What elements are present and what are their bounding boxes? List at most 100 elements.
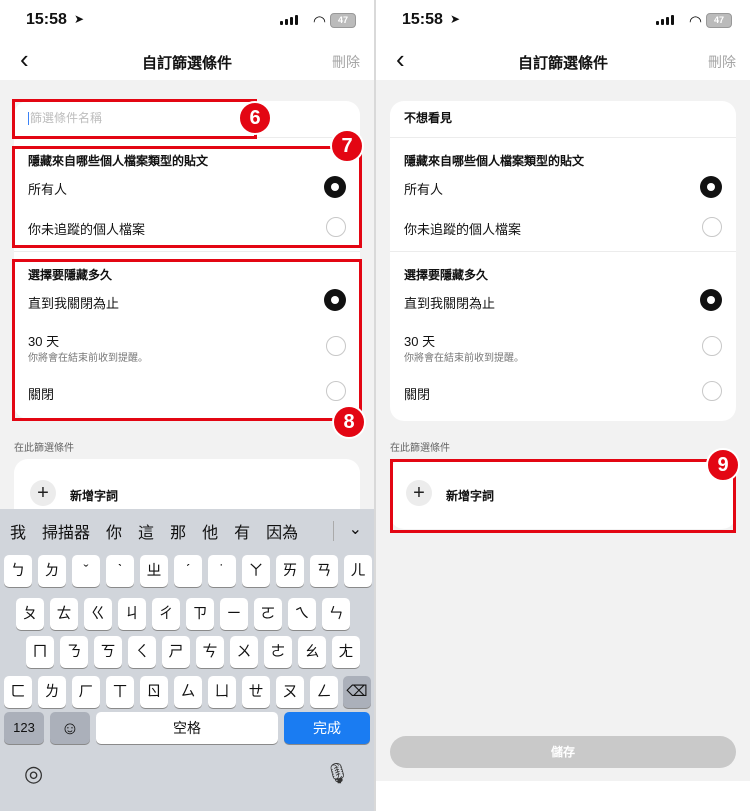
option-30-days[interactable]: 30 天 [28, 331, 59, 350]
candidate-word[interactable]: 掃描器 [34, 519, 98, 543]
zhuyin-key[interactable]: ㄇ [26, 636, 54, 668]
zhuyin-key[interactable]: ㄥ [310, 676, 338, 708]
zhuyin-key[interactable]: ㄆ [16, 598, 44, 630]
radio-30-days[interactable] [702, 336, 722, 356]
add-word-button[interactable]: 新增字詞 [70, 487, 118, 504]
radio-until-off[interactable] [324, 289, 346, 311]
microphone-icon[interactable]: 🎙 [325, 761, 350, 786]
plus-icon[interactable]: + [30, 480, 56, 506]
radio-everyone[interactable] [324, 176, 346, 198]
zhuyin-key[interactable]: ㄤ [332, 636, 360, 668]
zhuyin-key[interactable]: ㄞ [276, 555, 304, 587]
radio-30-days[interactable] [326, 336, 346, 356]
zhuyin-key[interactable]: ㄊ [50, 598, 78, 630]
radio-not-following[interactable] [702, 217, 722, 237]
zhuyin-key[interactable]: ㄕ [162, 636, 190, 668]
zhuyin-key[interactable]: ˊ [174, 555, 202, 587]
step-badge-6: 6 [238, 101, 272, 135]
zhuyin-key[interactable]: ㄙ [174, 676, 202, 708]
zhuyin-key[interactable]: ㄡ [276, 676, 304, 708]
step-badge-7: 7 [330, 129, 364, 163]
zhuyin-key[interactable]: ㄩ [208, 676, 236, 708]
zhuyin-key[interactable]: ㄓ [140, 555, 168, 587]
option-off[interactable]: 關閉 [404, 384, 430, 403]
zhuyin-key[interactable]: ㄝ [242, 676, 270, 708]
candidate-word[interactable]: 有 [226, 519, 258, 543]
zhuyin-key[interactable]: ㄖ [140, 676, 168, 708]
option-off[interactable]: 關閉 [28, 384, 54, 403]
plus-icon[interactable]: + [406, 480, 432, 506]
zhuyin-key[interactable]: ˙ [208, 555, 236, 587]
profile-type-section-title: 隱藏來自哪些個人檔案類型的貼文 [28, 154, 209, 168]
zhuyin-key[interactable]: ˋ [106, 555, 134, 587]
option-everyone[interactable]: 所有人 [28, 179, 67, 198]
zhuyin-key[interactable]: ㄟ [288, 598, 316, 630]
zhuyin-key[interactable]: ㄑ [128, 636, 156, 668]
space-key[interactable]: 空格 [96, 712, 278, 744]
zhuyin-key[interactable]: ㄛ [254, 598, 282, 630]
zhuyin-key[interactable]: ㄦ [344, 555, 372, 587]
option-not-following[interactable]: 你未追蹤的個人檔案 [404, 219, 521, 238]
delete-key[interactable]: ⌫ [343, 676, 371, 708]
zhuyin-key[interactable]: ㄎ [94, 636, 122, 668]
zhuyin-key[interactable]: ㄜ [264, 636, 292, 668]
zhuyin-key[interactable]: ㄈ [4, 676, 32, 708]
radio-off[interactable] [702, 381, 722, 401]
candidate-word[interactable]: 他 [194, 519, 226, 543]
save-button[interactable]: 儲存 [390, 736, 736, 768]
zhuyin-key[interactable]: ㄚ [242, 555, 270, 587]
delete-button[interactable]: 刪除 [708, 52, 736, 72]
zhuyin-key[interactable]: ㄧ [220, 598, 248, 630]
battery-icon: 47 [330, 13, 356, 28]
add-word-button[interactable]: 新增字詞 [446, 487, 494, 504]
zhuyin-key[interactable]: ㄘ [196, 636, 224, 668]
done-key[interactable]: 完成 [284, 712, 370, 744]
zhuyin-keyboard: 我 掃描器 你 這 那 他 有 因為 ⌄ ㄅㄉ ˇ ˋ ㄓ ˊ ˙ ㄚㄞㄢㄦ ㄆㄊㄍㄐㄔㄗㄧ… [0, 509, 374, 811]
nav-bar: ‹ 自訂篩選條件 刪除 [0, 40, 374, 80]
candidate-word[interactable]: 這 [130, 519, 162, 543]
status-bar: 15:58 ➤ ◠ 47 [0, 0, 374, 40]
radio-until-off[interactable] [700, 289, 722, 311]
option-not-following[interactable]: 你未追蹤的個人檔案 [28, 219, 145, 238]
status-time: 15:58 [402, 11, 443, 28]
candidate-word[interactable]: 因為 [258, 519, 306, 543]
candidate-word[interactable]: 我 [0, 519, 34, 543]
zhuyin-key[interactable]: ㄢ [310, 555, 338, 587]
option-30-days[interactable]: 30 天 [404, 331, 435, 350]
zhuyin-key[interactable]: ㄠ [298, 636, 326, 668]
filter-name-input[interactable]: 篩選條件名稱 [28, 109, 346, 129]
delete-button[interactable]: 刪除 [332, 52, 360, 72]
filter-name-input[interactable]: 不想看見 [404, 109, 722, 129]
page-title: 自訂篩選條件 [141, 55, 232, 72]
left-phone-screen: 15:58 ➤ ◠ 47 ‹ 自訂篩選條件 刪除 篩選條件名稱 隱藏來自哪些個人… [0, 0, 374, 811]
radio-off[interactable] [326, 381, 346, 401]
option-everyone[interactable]: 所有人 [404, 179, 443, 198]
numbers-key[interactable]: 123 [4, 712, 44, 744]
radio-not-following[interactable] [326, 217, 346, 237]
option-until-off[interactable]: 直到我關閉為止 [28, 293, 119, 312]
option-30-days-note: 你將會在結束前收到提醒。 [28, 353, 148, 364]
zhuyin-key[interactable]: ㄌ [38, 676, 66, 708]
candidate-word[interactable]: 那 [162, 519, 194, 543]
zhuyin-key[interactable]: ㄐ [118, 598, 146, 630]
globe-icon[interactable]: ◎ [24, 761, 43, 787]
chevron-down-icon[interactable]: ⌄ [349, 519, 362, 539]
zhuyin-key[interactable]: ㄏ [72, 676, 100, 708]
option-until-off[interactable]: 直到我關閉為止 [404, 293, 495, 312]
zhuyin-key[interactable]: ㄅ [4, 555, 32, 587]
zhuyin-key[interactable]: ㄒ [106, 676, 134, 708]
zhuyin-key[interactable]: ㄍ [84, 598, 112, 630]
zhuyin-key[interactable]: ㄉ [38, 555, 66, 587]
filter-name-placeholder: 篩選條件名稱 [30, 111, 103, 125]
candidate-word[interactable]: 你 [98, 519, 130, 543]
zhuyin-key[interactable]: ㄔ [152, 598, 180, 630]
zhuyin-key[interactable]: ˇ [72, 555, 100, 587]
status-time: 15:58 [26, 11, 67, 28]
add-word-card[interactable]: + 新增字詞 [390, 459, 736, 529]
radio-everyone[interactable] [700, 176, 722, 198]
zhuyin-key[interactable]: ㄣ [322, 598, 350, 630]
zhuyin-key[interactable]: ㄨ [230, 636, 258, 668]
emoji-key[interactable]: ☺ [50, 712, 90, 744]
zhuyin-key[interactable]: ㄋ [60, 636, 88, 668]
zhuyin-key[interactable]: ㄗ [186, 598, 214, 630]
